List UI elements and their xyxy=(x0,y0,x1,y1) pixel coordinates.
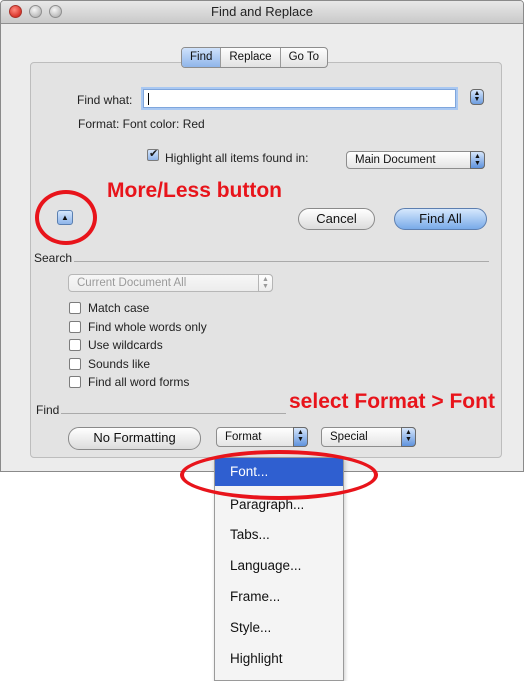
menu-item-style[interactable]: Style... xyxy=(215,614,343,642)
font-highlight-ring xyxy=(180,450,378,500)
search-section-title: Search xyxy=(34,251,73,265)
special-popup-label: Special xyxy=(330,431,368,443)
match-case-checkbox[interactable] xyxy=(69,302,81,314)
no-formatting-button[interactable]: No Formatting xyxy=(68,427,201,450)
find-all-button[interactable]: Find All xyxy=(394,208,487,230)
more-less-annotation: More/Less button xyxy=(107,179,283,202)
format-popup-label: Format xyxy=(225,431,262,443)
highlight-all-checkbox[interactable] xyxy=(147,147,159,161)
menu-item-highlight[interactable]: Highlight xyxy=(215,645,343,673)
title-bar: Find and Replace xyxy=(1,1,523,24)
highlight-scope-select[interactable]: Main Document ▲ ▼ xyxy=(346,151,485,169)
find-what-input[interactable] xyxy=(143,89,456,108)
menu-item-language[interactable]: Language... xyxy=(215,552,343,580)
select-arrows-icon: ▲ ▼ xyxy=(258,274,273,292)
use-wildcards-checkbox[interactable] xyxy=(69,339,81,351)
highlight-all-label: Highlight all items found in: xyxy=(165,151,309,165)
select-font-annotation: select Format > Font xyxy=(289,390,495,413)
find-what-label: Find what: xyxy=(77,93,133,107)
tab-bar: Find Replace Go To xyxy=(181,47,329,68)
window-title: Find and Replace xyxy=(211,4,313,19)
find-section-title: Find xyxy=(36,403,60,417)
format-popup-button[interactable]: Format ▲ ▼ xyxy=(216,427,308,447)
match-case-label: Match case xyxy=(88,301,150,315)
search-section-divider xyxy=(74,261,489,262)
search-scope-value: Current Document All xyxy=(77,277,187,289)
use-wildcards-label: Use wildcards xyxy=(88,338,163,352)
cancel-button[interactable]: Cancel xyxy=(298,208,375,230)
text-caret xyxy=(148,93,149,105)
format-description: Format: Font color: Red xyxy=(78,117,205,131)
highlight-scope-value: Main Document xyxy=(355,154,436,166)
select-arrows-icon: ▲ ▼ xyxy=(293,427,308,447)
find-history-stepper[interactable]: ▲ ▼ xyxy=(470,89,484,105)
whole-words-checkbox[interactable] xyxy=(69,321,81,333)
menu-item-frame[interactable]: Frame... xyxy=(215,583,343,611)
more-less-highlight-ring xyxy=(35,190,97,245)
select-arrows-icon: ▲ ▼ xyxy=(401,427,416,447)
word-forms-label: Find all word forms xyxy=(88,375,190,389)
tab-go-to[interactable]: Go To xyxy=(281,48,327,67)
select-arrows-icon: ▲ ▼ xyxy=(470,151,485,169)
search-scope-select[interactable]: Current Document All ▲ ▼ xyxy=(68,274,273,292)
sounds-like-checkbox[interactable] xyxy=(69,358,81,370)
special-popup-button[interactable]: Special ▲ ▼ xyxy=(321,427,416,447)
find-section-divider xyxy=(61,413,286,414)
tab-find[interactable]: Find xyxy=(182,48,222,67)
menu-item-tabs[interactable]: Tabs... xyxy=(215,521,343,549)
word-forms-checkbox[interactable] xyxy=(69,376,81,388)
whole-words-label: Find whole words only xyxy=(88,320,207,334)
sounds-like-label: Sounds like xyxy=(88,357,151,371)
tab-replace[interactable]: Replace xyxy=(221,48,281,67)
